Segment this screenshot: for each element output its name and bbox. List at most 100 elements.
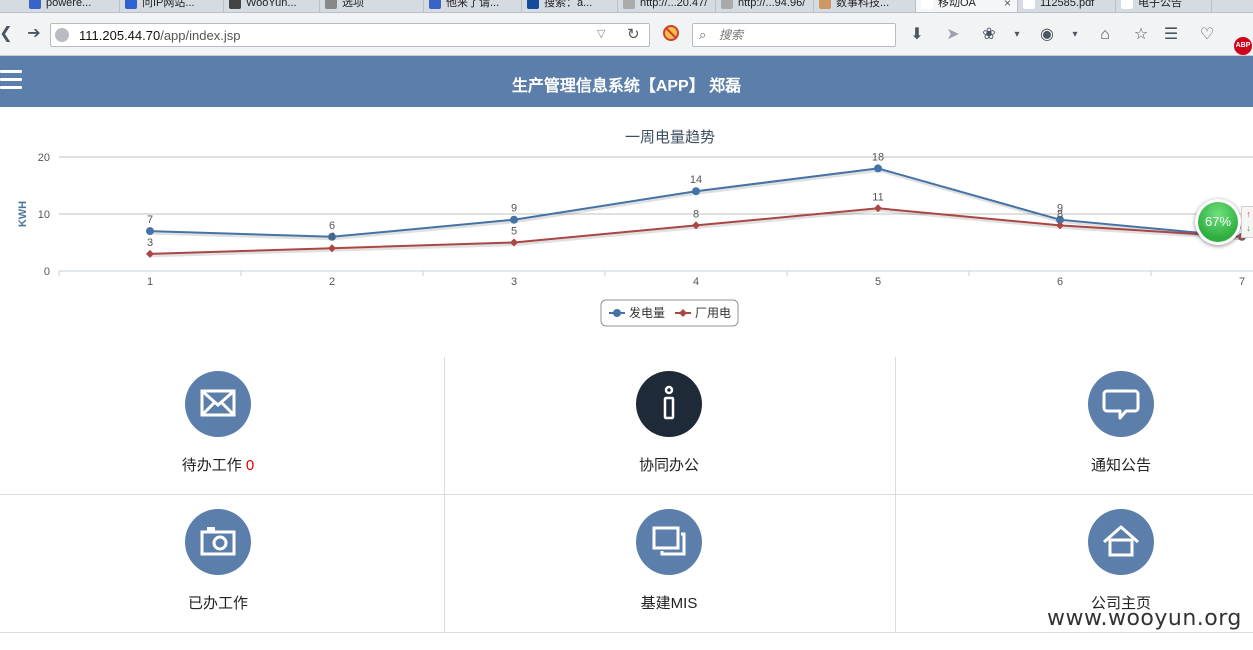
search-input[interactable] xyxy=(717,26,887,44)
tab-favicon-icon xyxy=(527,0,539,9)
browser-tab[interactable]: 选项 xyxy=(320,0,424,12)
windows-icon xyxy=(636,509,702,575)
x-tick-label: 6 xyxy=(1057,276,1063,288)
browser-tab[interactable]: 电子公告 xyxy=(1116,0,1212,12)
tile-done[interactable]: 已办工作 xyxy=(0,495,443,633)
tile-label: 待办工作 0 xyxy=(0,454,443,475)
tab-favicon-icon xyxy=(29,0,41,9)
watermark: www.wooyun.org xyxy=(1047,606,1242,631)
browser-tab[interactable]: 搜索：a... xyxy=(522,0,618,12)
envelope-icon xyxy=(185,371,251,437)
data-point xyxy=(874,164,882,173)
browser-tab[interactable]: http://...20.47/ xyxy=(618,0,716,12)
firebug-icon[interactable]: ❀ xyxy=(978,24,1000,46)
tab-label: 112585.pdf xyxy=(1040,0,1095,9)
tab-label: 选项 xyxy=(342,0,364,9)
eye-icon[interactable]: ◉ xyxy=(1036,24,1058,46)
upload-arrow-icon: ↑ xyxy=(1246,209,1251,219)
back-button[interactable]: ❮ xyxy=(0,24,16,44)
speed-value: 67% xyxy=(1198,202,1238,242)
data-label: 3 xyxy=(147,237,153,249)
y-tick-label: 10 xyxy=(38,209,50,221)
url-host: 111.205.44.70 xyxy=(79,28,161,43)
tile-label-text: 待办工作 xyxy=(181,457,242,474)
data-label: 5 xyxy=(511,226,517,238)
x-tick-label: 5 xyxy=(875,276,881,288)
speed-widget[interactable]: 67% xyxy=(1195,199,1241,245)
send-icon[interactable]: ➤ xyxy=(942,24,964,46)
data-label: 7 xyxy=(147,214,153,226)
data-label: 8 xyxy=(693,208,699,220)
reader-icon[interactable]: ☰ xyxy=(1160,24,1182,46)
data-label: 8 xyxy=(1057,208,1063,220)
y-axis-label: KWH xyxy=(17,201,29,227)
tile-mis[interactable]: 基建MIS xyxy=(444,495,894,633)
camera-icon xyxy=(185,509,251,575)
home-browser-icon[interactable]: ⌂ xyxy=(1094,24,1116,46)
y-tick-label: 20 xyxy=(38,152,50,164)
noscript-icon[interactable] xyxy=(660,24,682,46)
url-text[interactable]: 111.205.44.70/app/index.jsp xyxy=(79,28,240,43)
tab-close-icon[interactable]: × xyxy=(1004,0,1011,11)
tab-label: 他来了请... xyxy=(446,0,500,9)
data-point xyxy=(692,187,700,196)
url-dropdown-icon[interactable]: ▽ xyxy=(597,27,605,40)
forward-button[interactable]: ➔ xyxy=(24,24,44,44)
y-tick-label: 0 xyxy=(44,266,50,278)
firebug-menu-icon[interactable]: ▾ xyxy=(1006,24,1028,46)
address-bar[interactable]: 111.205.44.70/app/index.jsp ▽ ↻ xyxy=(50,23,650,47)
x-tick-label: 7 xyxy=(1239,276,1245,288)
browser-tab[interactable]: 问IP网站... xyxy=(120,0,224,12)
x-tick-label: 4 xyxy=(693,276,699,288)
chart-svg: 一周电量趋势KWH01020123456776914189634581186发电… xyxy=(17,129,1253,327)
tile-label: 协同办公 xyxy=(638,457,699,474)
power-trend-chart: 一周电量趋势KWH01020123456776914189634581186发电… xyxy=(0,107,1253,337)
speed-arrows[interactable]: ↑ ↓ xyxy=(1241,206,1253,238)
pocket-icon[interactable]: ♡ xyxy=(1196,24,1218,46)
tab-favicon-icon xyxy=(125,0,137,9)
tile-notices[interactable]: 通知公告 xyxy=(896,357,1253,495)
tile-todo[interactable]: 待办工作 0 xyxy=(0,357,443,495)
browser-tab-active[interactable]: 移动OA × xyxy=(916,0,1018,12)
browser-tab[interactable]: powere... xyxy=(24,0,120,12)
tile-collaboration[interactable]: 协同办公 xyxy=(444,357,894,495)
x-tick-label: 1 xyxy=(147,276,153,288)
tab-label: WooYun... xyxy=(246,0,297,9)
data-label: 9 xyxy=(511,203,517,215)
data-label: 14 xyxy=(690,174,702,186)
search-icon: ⌕ xyxy=(699,27,707,42)
url-path: /app/index.jsp xyxy=(160,28,241,43)
info-icon xyxy=(636,371,702,437)
tab-label: 搜索：a... xyxy=(544,0,593,9)
download-icon[interactable]: ⬇ xyxy=(906,24,928,46)
tab-favicon-icon xyxy=(623,0,635,9)
data-point xyxy=(146,227,154,236)
data-point xyxy=(510,215,518,224)
tab-label: http://...20.47/ xyxy=(640,0,708,9)
tab-favicon-icon xyxy=(819,0,831,9)
data-label: 6 xyxy=(329,220,335,232)
tab-favicon-icon xyxy=(229,0,241,9)
eye-menu-icon[interactable]: ▾ xyxy=(1064,24,1086,46)
bookmark-star-icon[interactable]: ☆ xyxy=(1130,24,1152,46)
legend-label: 发电量 xyxy=(629,305,665,320)
download-arrow-icon: ↓ xyxy=(1246,223,1251,233)
tile-label: 通知公告 xyxy=(1090,457,1151,474)
function-tiles: 待办工作 0 协同办公 通知公告 已办工作 基建MIS 公司主页 xyxy=(0,357,1253,633)
browser-tab[interactable]: 112585.pdf xyxy=(1018,0,1116,12)
data-label: 4 xyxy=(329,231,335,243)
tab-favicon-icon xyxy=(1023,0,1035,9)
tab-label: powere... xyxy=(46,0,92,9)
tab-label: 移动OA xyxy=(938,0,976,9)
browser-tab[interactable]: http://...94.96/ xyxy=(716,0,814,12)
x-tick-label: 3 xyxy=(511,276,517,288)
tile-label: 已办工作 xyxy=(187,595,248,612)
reload-icon[interactable]: ↻ xyxy=(627,25,640,43)
browser-navbar: ❮ ➔ 111.205.44.70/app/index.jsp ▽ ↻ ⌕ ⬇ … xyxy=(0,13,1253,56)
browser-tab[interactable]: 他来了请... xyxy=(424,0,522,12)
home-icon xyxy=(1088,509,1154,575)
browser-tab[interactable]: WooYun... xyxy=(224,0,320,12)
search-box[interactable]: ⌕ xyxy=(692,23,896,47)
adblock-icon[interactable]: ABP xyxy=(1234,37,1252,55)
browser-tab[interactable]: 数事科技... xyxy=(814,0,916,12)
